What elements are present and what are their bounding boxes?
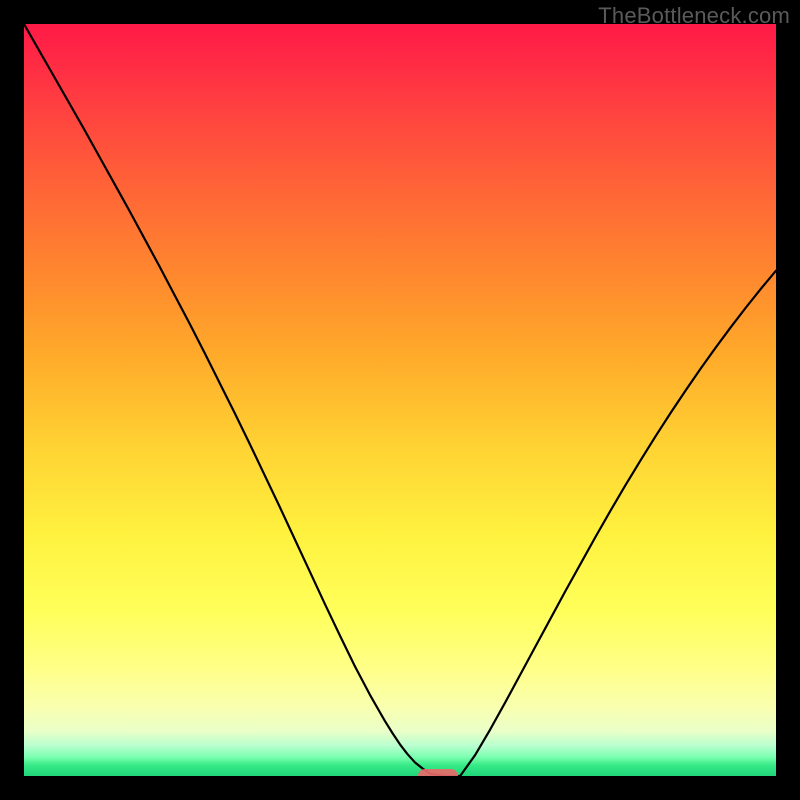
watermark-text: TheBottleneck.com — [598, 3, 790, 29]
bottleneck-curve — [24, 24, 776, 776]
chart-frame — [24, 24, 776, 776]
optimal-marker — [418, 769, 458, 776]
